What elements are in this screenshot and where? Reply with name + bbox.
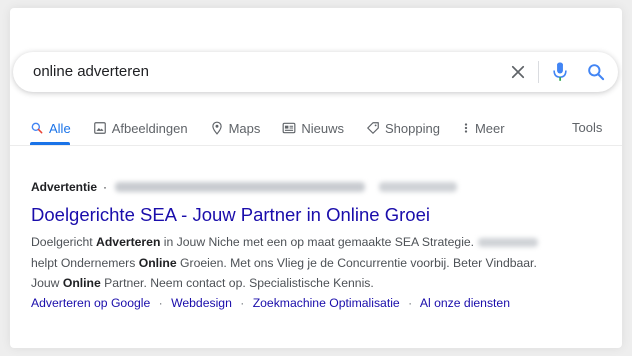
tools-button[interactable]: Tools [572,116,602,140]
tab-maps[interactable]: Maps [210,116,261,140]
news-icon [282,122,296,134]
tab-shopping[interactable]: Shopping [366,116,440,140]
desc-text: Groeien. Met ons Vlieg je de Concurrenti… [176,255,537,270]
desc-bold: Online [138,255,177,270]
tab-label: Shopping [385,120,440,136]
ad-separator: · [103,180,108,194]
desc-bold: Adverteren [96,235,161,249]
tab-meer[interactable]: Meer [462,116,505,140]
search-icon [31,122,43,134]
search-input[interactable]: online adverteren [33,63,149,80]
desc-text: in Jouw Niche met een op maat gemaakte S… [160,235,475,249]
tab-label: Nieuws [301,120,345,136]
tab-label: Meer [474,120,505,136]
sitelink-al-onze-diensten[interactable]: Al onze diensten [420,296,510,310]
sitelink-zoekmachine-optimalisatie[interactable]: Zoekmachine Optimalisatie [253,296,400,310]
search-bar[interactable]: online adverteren [13,52,618,92]
tabs-divider [10,145,622,146]
map-pin-icon [211,121,222,135]
sitelink-separator: · [158,295,163,310]
ad-result: Advertentie · Doelgerichte SEA - Jouw Pa… [31,180,611,310]
sitelink-webdesign[interactable]: Webdesign [171,296,232,310]
sitelink-separator: · [408,295,413,310]
image-icon [93,122,106,134]
searchbar-divider [538,61,539,83]
microphone-icon[interactable] [551,61,569,83]
desc-text: helpt Ondernemers [31,255,139,270]
tag-icon [367,122,379,134]
ad-label: Advertentie [31,180,98,194]
ad-description: Doelgericht Adverteren in Jouw Niche met… [31,232,611,294]
desc-text: Doelgericht [31,235,97,249]
ad-header: Advertentie · [31,180,611,194]
ad-sitelinks: Adverteren op Google · Webdesign · Zoekm… [31,296,611,310]
desc-bold: Online [62,276,101,290]
tab-label: Alle [49,120,71,136]
desc-text: Partner. Neem contact op. Specialistisch… [100,276,374,290]
ad-title-link[interactable]: Doelgerichte SEA - Jouw Partner in Onlin… [31,203,611,227]
search-submit-icon[interactable] [586,62,606,82]
sitelink-adverteren-op-google[interactable]: Adverteren op Google [31,296,150,310]
tab-label: Afbeeldingen [111,120,188,136]
tab-afbeeldingen[interactable]: Afbeeldingen [93,116,188,140]
clear-icon[interactable] [509,63,527,81]
more-vert-icon [464,123,468,133]
search-results-page: online adverteren Alle Afbeeldingen Maps… [10,8,622,348]
blurred-phone-number[interactable] [379,182,458,192]
search-tabs: Alle Afbeeldingen Maps Nieuws Shopping M… [30,116,527,140]
blurred-text [478,238,539,248]
tab-alle[interactable]: Alle [30,116,71,140]
tab-nieuws[interactable]: Nieuws [282,116,344,140]
blurred-ad-url[interactable] [115,182,366,192]
sitelink-separator: · [240,295,245,310]
desc-text: Jouw [31,276,63,290]
tab-label: Maps [228,120,261,136]
